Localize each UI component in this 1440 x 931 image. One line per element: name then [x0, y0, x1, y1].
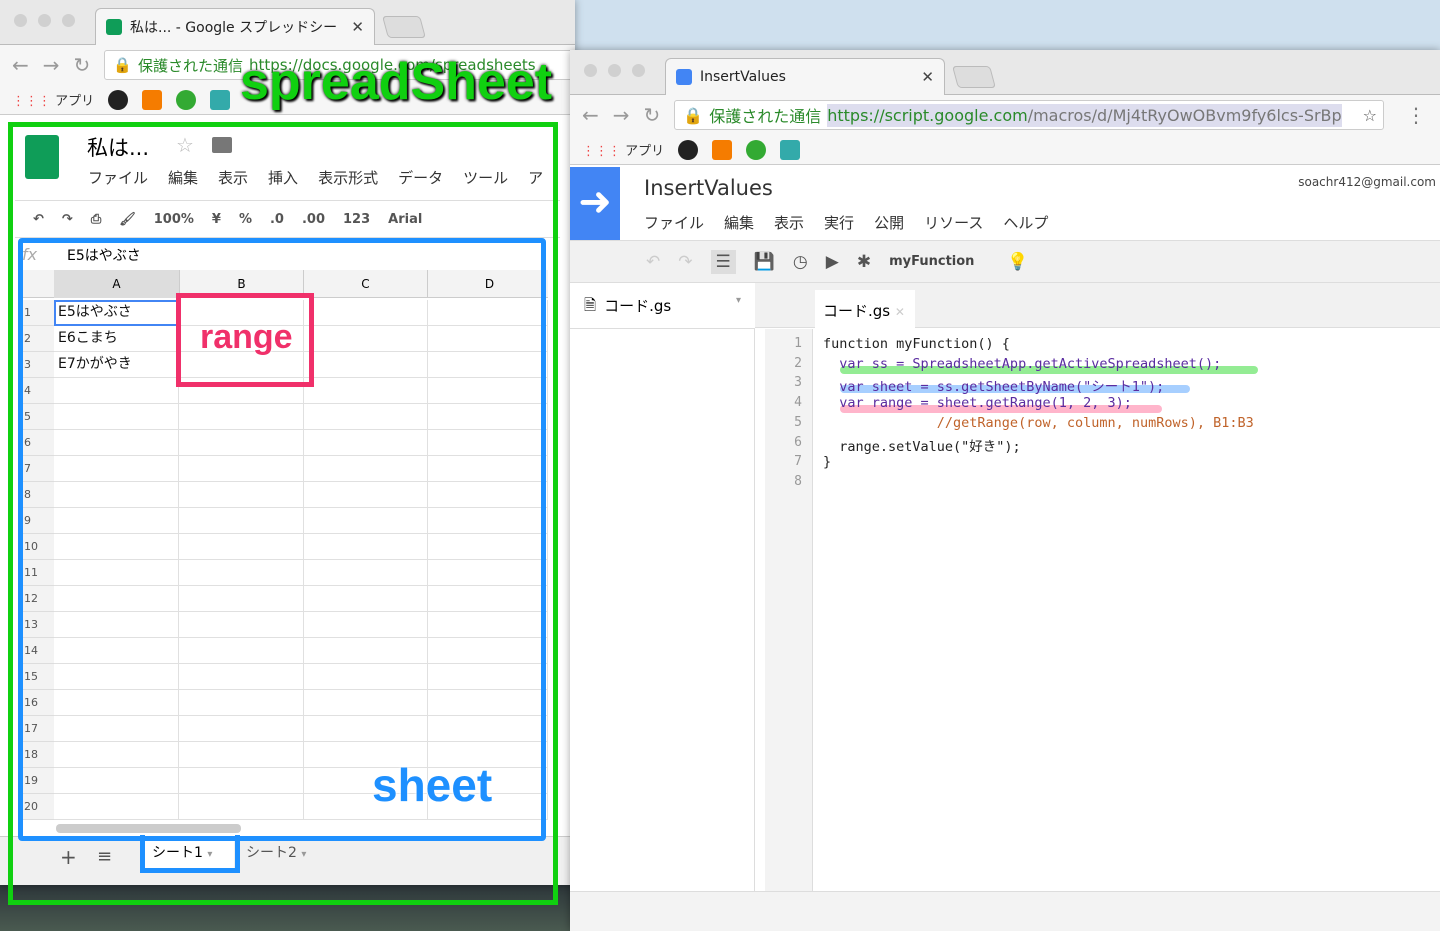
script-menu-bar: ファイル 編集 表示 実行 公開 リソース ヘルプ — [644, 212, 1048, 233]
green-bookmark-icon[interactable] — [746, 139, 767, 160]
browser-menu-icon[interactable]: ⋮ — [1406, 103, 1440, 127]
menu-run[interactable]: 実行 — [824, 212, 854, 233]
code-line: var ss = SpreadsheetApp.getActiveSpreads… — [823, 355, 1222, 372]
url-host: https://script.google.com — [827, 105, 1028, 125]
code-line: range.setValue("好き"); — [823, 438, 1021, 455]
apps-script-icon — [676, 69, 692, 85]
line-number: 6 — [794, 434, 802, 450]
browser-tab-sheets[interactable]: 私は... - Google スプレッドシー ✕ — [95, 8, 375, 45]
file-icon: 🗎 — [584, 296, 597, 314]
account-email[interactable]: soachr412@gmail.com — [1298, 175, 1436, 189]
debug-bug-icon[interactable]: ✱ — [857, 252, 871, 272]
line-number: 3 — [794, 375, 802, 391]
browser-tab-script[interactable]: InsertValues ✕ — [665, 58, 945, 95]
apps-label: アプリ — [55, 94, 95, 109]
save-icon[interactable]: 💾 — [754, 252, 775, 272]
bookmark-star-icon[interactable]: ☆ — [1363, 106, 1383, 125]
secure-label: 保護された通信 — [709, 107, 822, 126]
file-menu-dropdown-icon[interactable]: ▾ — [736, 295, 741, 316]
sheets-icon — [106, 19, 122, 35]
tab-bar: InsertValues ✕ — [570, 50, 1440, 95]
github-icon[interactable] — [678, 139, 699, 160]
redo-icon[interactable]: ↷ — [678, 252, 692, 272]
minimize-window-button[interactable] — [38, 14, 51, 27]
code-line: var range = sheet.getRange(1, 2, 3); — [823, 395, 1132, 412]
editor-tab-code-gs[interactable]: コード.gs ✕ — [815, 290, 915, 329]
apps-icon[interactable]: ⋮⋮⋮ アプリ — [12, 90, 94, 109]
spreadsheet-annotation-label: spreadSheet — [240, 53, 553, 111]
new-tab-button[interactable] — [382, 16, 426, 38]
close-tab-icon[interactable]: ✕ — [921, 68, 934, 86]
close-window-button[interactable] — [14, 14, 27, 27]
download-bookmark-icon[interactable] — [712, 139, 733, 160]
new-tab-button[interactable] — [952, 66, 996, 88]
triggers-clock-icon[interactable]: ◷ — [793, 252, 808, 272]
cat-bookmark-icon[interactable] — [210, 89, 231, 110]
file-item-code-gs[interactable]: 🗎 コード.gs ▾ — [570, 283, 755, 329]
cat-bookmark-icon[interactable] — [780, 139, 801, 160]
line-number: 4 — [794, 395, 802, 411]
line-number: 2 — [794, 355, 802, 371]
code-line: } — [823, 454, 832, 471]
minimize-window-button[interactable] — [608, 64, 621, 77]
download-bookmark-icon[interactable] — [142, 89, 163, 110]
menu-publish[interactable]: 公開 — [874, 212, 904, 233]
sheet-annotation-label: sheet — [372, 759, 493, 811]
line-number-gutter — [765, 329, 813, 891]
address-bar-row: ← → ↻ 🔒 保護された通信 https://script.google.com/… — [570, 95, 1440, 135]
line-number: 1 — [794, 336, 802, 351]
script-toolbar: ↶ ↷ ☰ 💾 ◷ ▶ ✱ myFunction 💡 — [570, 240, 1440, 283]
menu-edit[interactable]: 編集 — [724, 212, 754, 233]
undo-icon[interactable]: ↶ — [646, 252, 660, 272]
url-input[interactable]: 🔒 保護された通信 https://script.google.com/macr… — [674, 100, 1384, 130]
zoom-window-button[interactable] — [62, 14, 75, 27]
line-number: 8 — [794, 473, 802, 489]
close-window-button[interactable] — [584, 64, 597, 77]
script-browser-window: InsertValues ✕ ← → ↻ 🔒 保護された通信 https://scr… — [570, 50, 1440, 931]
zoom-window-button[interactable] — [632, 64, 645, 77]
function-select[interactable]: myFunction — [889, 254, 989, 269]
lock-icon: 🔒 — [683, 105, 704, 125]
file-name: コード.gs — [604, 297, 672, 315]
sheet-tab-annotation-box — [140, 835, 240, 873]
green-bookmark-icon[interactable] — [176, 89, 197, 110]
status-bar — [570, 891, 1440, 931]
reload-icon[interactable]: ↻ — [74, 53, 91, 77]
run-icon[interactable]: ▶ — [826, 252, 839, 272]
file-list-pane — [570, 283, 755, 893]
reload-icon[interactable]: ↻ — [644, 103, 661, 127]
menu-file[interactable]: ファイル — [644, 212, 704, 233]
forward-icon[interactable]: → — [43, 53, 60, 77]
apps-label: アプリ — [625, 144, 665, 159]
editor-tab-label: コード.gs — [823, 302, 891, 320]
forward-icon[interactable]: → — [613, 103, 630, 127]
code-line: var sheet = ss.getSheetByName("シート1"); — [823, 379, 1165, 396]
tab-title: InsertValues — [700, 69, 786, 85]
range-annotation-label: range — [200, 318, 293, 356]
github-icon[interactable] — [108, 89, 129, 110]
url-path: /macros/d/Mj4tRyOwOBvm9fy6lcs-SrBp — [1027, 105, 1342, 125]
indent-icon[interactable]: ☰ — [710, 249, 736, 274]
back-icon[interactable]: ← — [12, 53, 29, 77]
close-editor-tab-icon[interactable]: ✕ — [895, 305, 905, 319]
lock-icon: 🔒 — [113, 56, 132, 74]
line-number: 7 — [794, 454, 802, 470]
apps-script-logo-icon[interactable]: ➜ — [570, 167, 620, 240]
lightbulb-icon[interactable]: 💡 — [1007, 252, 1028, 272]
line-number: 5 — [794, 414, 802, 430]
bookmarks-bar: ⋮⋮⋮ アプリ — [570, 135, 1440, 165]
code-line: //getRange(row, column, numRows), B1:B3 — [823, 414, 1254, 431]
back-icon[interactable]: ← — [582, 103, 599, 127]
apps-icon[interactable]: ⋮⋮⋮ アプリ — [582, 140, 664, 159]
menu-view[interactable]: 表示 — [774, 212, 804, 233]
secure-label: 保護された通信 — [137, 56, 243, 75]
code-line: function myFunction() { — [823, 336, 1010, 352]
tab-title: 私は... - Google スプレッドシー — [130, 20, 338, 36]
menu-help[interactable]: ヘルプ — [1003, 212, 1048, 233]
tab-bar: 私は... - Google スプレッドシー ✕ — [0, 0, 575, 45]
close-tab-icon[interactable]: ✕ — [351, 18, 364, 36]
project-title[interactable]: InsertValues — [644, 176, 773, 200]
menu-resources[interactable]: リソース — [924, 212, 983, 233]
